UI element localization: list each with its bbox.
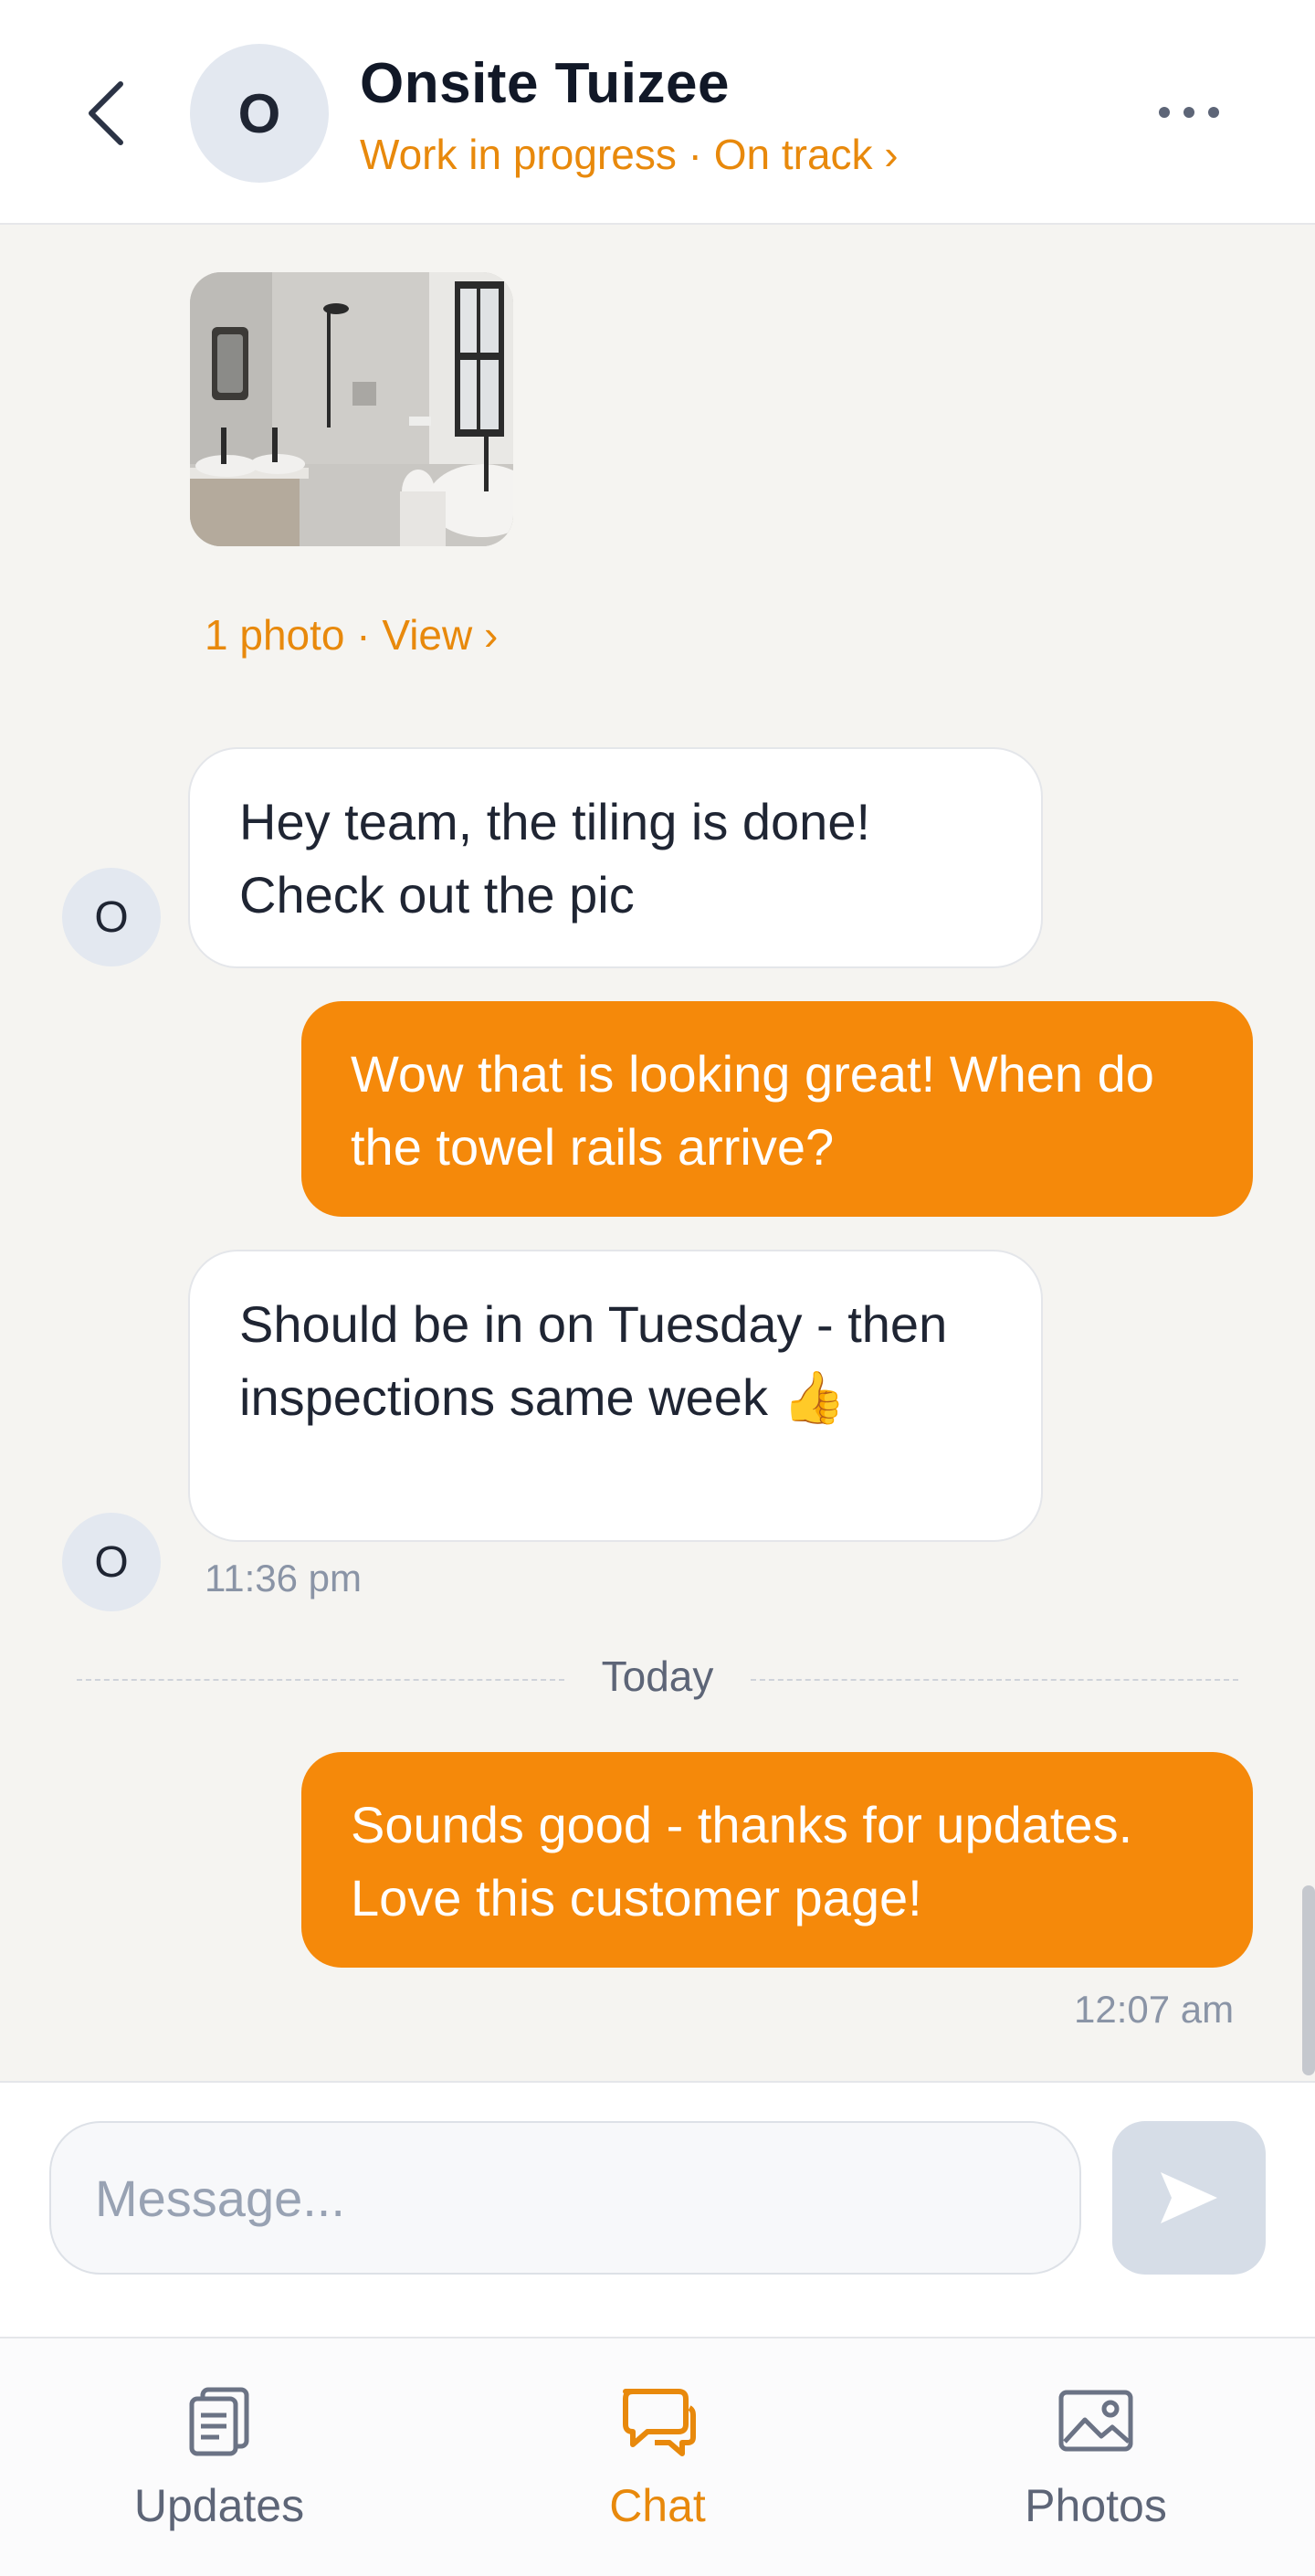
nav-tab-photos[interactable]: Photos bbox=[931, 2338, 1260, 2576]
contact-avatar[interactable]: O bbox=[190, 44, 329, 183]
incoming-message-bubble: Should be in on Tuesday - then inspectio… bbox=[188, 1250, 1043, 1542]
message-input[interactable] bbox=[49, 2121, 1081, 2275]
outgoing-message-bubble: Wow that is looking great! When do the t… bbox=[301, 1001, 1253, 1217]
back-button[interactable] bbox=[73, 71, 137, 155]
contact-name[interactable]: Onsite Tuizee bbox=[360, 51, 730, 116]
sender-avatar[interactable]: O bbox=[62, 868, 161, 966]
message-timestamp: 12:07 am bbox=[1074, 1988, 1235, 2031]
bathroom-photo-thumbnail[interactable] bbox=[190, 272, 513, 546]
clipboard-icon bbox=[189, 2387, 249, 2456]
photo-view-link[interactable]: 1 photo · View › bbox=[205, 610, 498, 660]
nav-label-photos: Photos bbox=[1025, 2480, 1167, 2531]
day-divider-label: Today bbox=[601, 1652, 714, 1700]
divider-line bbox=[77, 1679, 564, 1681]
chat-header: O Onsite Tuizee Work in progress · On tr… bbox=[0, 0, 1315, 225]
nav-label-updates: Updates bbox=[133, 2480, 305, 2531]
bathroom-photo-image bbox=[190, 272, 513, 546]
sender-avatar[interactable]: O bbox=[62, 1513, 161, 1611]
nav-tab-updates[interactable]: Updates bbox=[55, 2338, 384, 2576]
send-icon bbox=[1161, 2172, 1217, 2223]
send-button[interactable] bbox=[1112, 2121, 1266, 2275]
day-divider: Today bbox=[77, 1652, 1238, 1706]
nav-tab-chat[interactable]: Chat bbox=[493, 2338, 822, 2576]
more-horizontal-icon bbox=[1159, 107, 1219, 118]
project-status-link[interactable]: Work in progress · On track › bbox=[360, 130, 899, 179]
bottom-navigation: Updates Chat Photos bbox=[0, 2337, 1315, 2576]
chevron-left-icon bbox=[89, 81, 123, 145]
chat-bubbles-icon bbox=[623, 2389, 696, 2456]
message-composer bbox=[0, 2081, 1315, 2337]
message-list[interactable]: 1 photo · View › Hey team, the tiling is… bbox=[0, 227, 1315, 2081]
chat-scrollbar[interactable] bbox=[1302, 1885, 1315, 2075]
image-icon bbox=[1058, 2390, 1133, 2452]
incoming-message-bubble: Hey team, the tiling is done! Check out … bbox=[188, 747, 1043, 968]
message-timestamp: 11:36 pm bbox=[205, 1557, 362, 1599]
more-options-button[interactable] bbox=[1152, 88, 1226, 137]
outgoing-message-bubble: Sounds good - thanks for updates. Love t… bbox=[301, 1752, 1253, 1968]
nav-label-chat: Chat bbox=[609, 2480, 706, 2531]
divider-line bbox=[751, 1679, 1238, 1681]
